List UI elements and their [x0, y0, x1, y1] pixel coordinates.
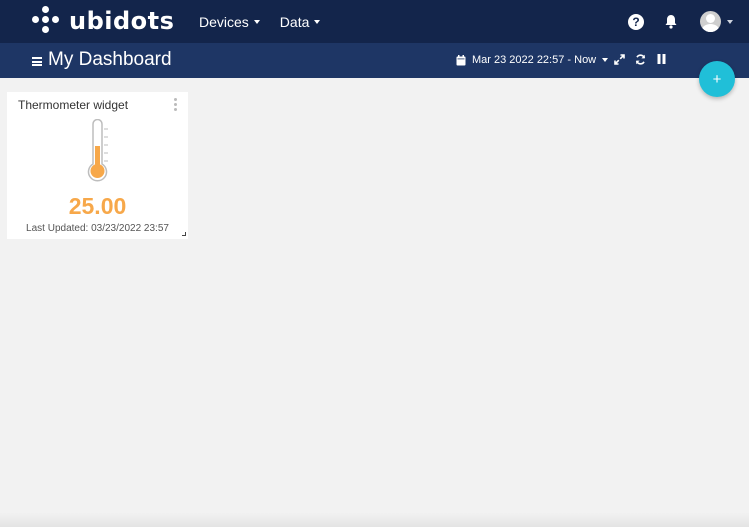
- bottom-shadow: [0, 512, 749, 527]
- expand-icon[interactable]: [614, 54, 625, 65]
- calendar-icon: [456, 54, 466, 66]
- nav-data-dropdown[interactable]: Data: [280, 14, 321, 30]
- refresh-icon[interactable]: [635, 54, 646, 65]
- widget-value: 25.00: [68, 193, 127, 219]
- top-navbar: ubidots Devices Data ?: [0, 0, 749, 43]
- logo-text: ubidots: [69, 7, 175, 35]
- thermometer-level: [95, 146, 100, 167]
- last-updated-text: Last Updated: 03/23/2022 23:57: [26, 223, 169, 234]
- date-range-picker[interactable]: Mar 23 2022 22:57 - Now: [456, 53, 609, 67]
- page-title: My Dashboard: [48, 49, 172, 70]
- bell-icon[interactable]: [664, 14, 678, 29]
- date-range-label: Mar 23 2022 22:57 - Now: [472, 54, 597, 66]
- nav-devices-dropdown[interactable]: Devices: [199, 14, 260, 30]
- nav-devices-label: Devices: [199, 13, 249, 30]
- nav-data-label: Data: [279, 13, 310, 30]
- chevron-down-icon: [314, 19, 321, 24]
- add-widget-button[interactable]: +: [699, 61, 735, 97]
- resize-handle-icon[interactable]: [182, 232, 186, 236]
- thermometer-widget[interactable]: Thermometer widget 25.00 Last Updated: 0…: [7, 92, 188, 239]
- add-widget-label: +: [712, 70, 722, 88]
- widget-title: Thermometer widget: [18, 98, 129, 112]
- hamburger-menu-icon[interactable]: [32, 57, 42, 66]
- logo-dots-icon: [32, 5, 63, 37]
- main-nav: Devices Data: [199, 0, 340, 43]
- chevron-down-icon: [602, 58, 609, 62]
- thermometer-icon: [87, 118, 117, 190]
- top-right-actions: ?: [628, 0, 733, 43]
- user-avatar-icon[interactable]: [700, 11, 721, 32]
- widget-options-icon[interactable]: [174, 98, 177, 111]
- dashboard-header: My Dashboard Mar 23 2022 22:57 - Now: [0, 43, 749, 78]
- ubidots-logo[interactable]: ubidots: [32, 5, 174, 37]
- chevron-down-icon: [253, 19, 260, 24]
- pause-icon[interactable]: [657, 54, 666, 64]
- question-circle-icon[interactable]: ?: [628, 13, 644, 30]
- chevron-down-icon[interactable]: [727, 19, 733, 24]
